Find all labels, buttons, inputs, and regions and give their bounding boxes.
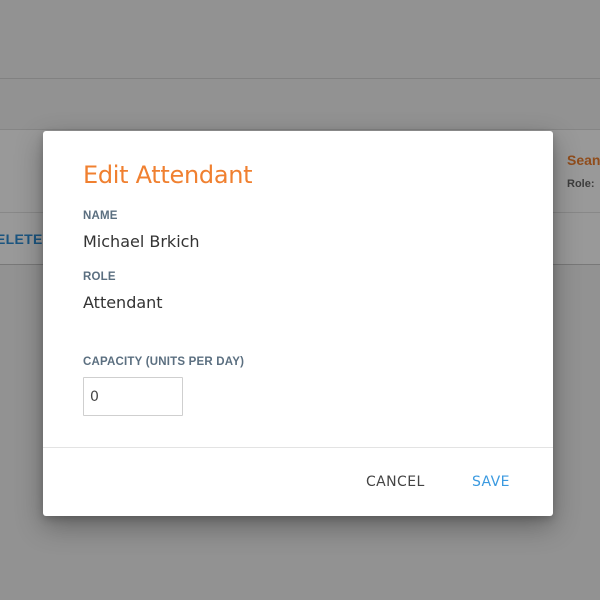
dialog-actions-divider [43, 447, 553, 448]
cancel-button[interactable]: CANCEL [356, 466, 435, 498]
save-button[interactable]: SAVE [462, 466, 520, 498]
name-label: NAME [83, 210, 118, 222]
capacity-input[interactable] [83, 377, 183, 416]
role-label: ROLE [83, 271, 116, 283]
dialog-title: Edit Attendant [83, 161, 253, 189]
capacity-label: CAPACITY (UNITS PER DAY) [83, 356, 245, 368]
edit-attendant-dialog: Edit Attendant NAME Michael Brkich ROLE … [43, 131, 553, 516]
name-value: Michael Brkich [83, 232, 200, 251]
role-value: Attendant [83, 293, 163, 312]
